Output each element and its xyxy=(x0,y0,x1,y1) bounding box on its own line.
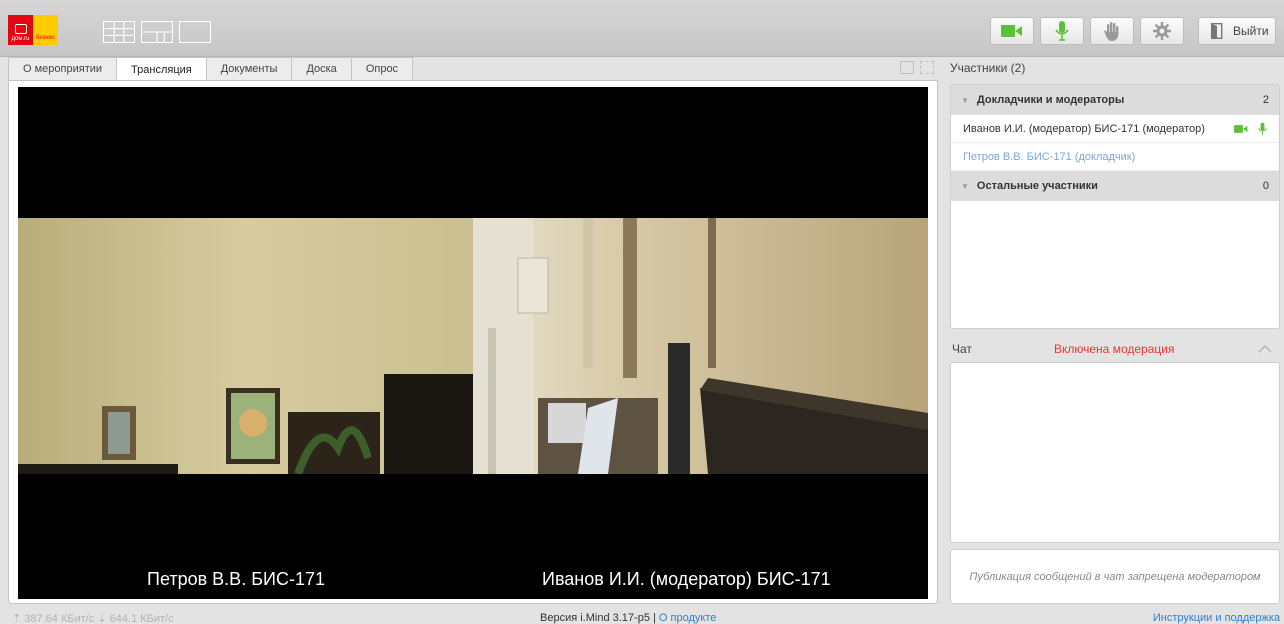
bitrate-readout: ⇡ 387.64 КБит/с ⇣ 644.1 КБит/с xyxy=(12,613,174,624)
layout-split-icon[interactable] xyxy=(141,21,173,43)
group-other-participants[interactable]: ▼ Остальные участники 0 xyxy=(951,171,1279,201)
group-title: Докладчики и модераторы xyxy=(976,94,1125,106)
collapse-arrow-icon: ▼ xyxy=(961,181,969,191)
tab-whiteboard[interactable]: Доска xyxy=(291,57,352,80)
logo-text-right: бизнес xyxy=(35,35,56,41)
version-info: Версия i.Mind 3.17-p5 | О продукте xyxy=(540,612,716,624)
video-frame: Петров В.В. БИС-171 Иванов И.И. (модерат… xyxy=(8,80,938,604)
exit-door-icon xyxy=(1211,23,1223,39)
video-stream[interactable]: Петров В.В. БИС-171 Иванов И.И. (модерат… xyxy=(18,87,928,599)
company-logo: дом.ru бизнес xyxy=(8,15,58,45)
restore-view-icon[interactable] xyxy=(900,61,914,74)
video-camera-icon xyxy=(1001,25,1022,37)
gear-icon xyxy=(1153,22,1171,40)
chevron-up-icon[interactable] xyxy=(1258,342,1272,356)
right-participant-name: Иванов И.И. (модератор) БИС-171 xyxy=(542,569,831,589)
group-count: 2 xyxy=(1262,94,1269,106)
chat-header: Чат Включена модерация xyxy=(950,338,1280,360)
view-mode-controls xyxy=(900,61,934,74)
broadcast-panel: О мероприятии Трансляция Документы Доска… xyxy=(8,57,938,604)
tab-bar: О мероприятии Трансляция Документы Доска… xyxy=(8,57,414,81)
raise-hand-button[interactable] xyxy=(1090,17,1134,45)
chat-moderation-status: Включена модерация xyxy=(1054,342,1175,356)
participant-name: Петров В.В. БИС-171 (докладчик) xyxy=(963,150,1136,163)
left-participant-name: Петров В.В. БИС-171 xyxy=(147,569,325,589)
layout-single-icon[interactable] xyxy=(179,21,211,43)
chat-messages[interactable] xyxy=(950,362,1280,543)
group-title: Остальные участники xyxy=(976,180,1098,192)
participant-name: Иванов И.И. (модератор) БИС-171 (модерат… xyxy=(963,122,1205,135)
participants-header: Участники (2) xyxy=(950,61,1026,75)
collapse-arrow-icon: ▼ xyxy=(961,95,969,105)
settings-button[interactable] xyxy=(1140,17,1184,45)
group-count: 0 xyxy=(1262,180,1269,192)
participant-row-moderator[interactable]: Иванов И.И. (модератор) БИС-171 (модерат… xyxy=(951,115,1279,143)
about-product-link[interactable]: О продукте xyxy=(659,612,716,624)
microphone-toggle-button[interactable] xyxy=(1040,17,1084,45)
microphone-icon xyxy=(1258,122,1267,135)
help-support-link[interactable]: Инструкции и поддержка xyxy=(1153,612,1280,624)
participant-row-speaker[interactable]: Петров В.В. БИС-171 (докладчик) xyxy=(951,143,1279,171)
video-camera-feeds xyxy=(18,218,928,474)
exit-button[interactable]: Выйти xyxy=(1198,17,1276,45)
exit-label: Выйти xyxy=(1233,24,1269,38)
logo-text-left: дом.ru xyxy=(11,36,30,42)
tab-broadcast[interactable]: Трансляция xyxy=(116,57,207,81)
top-toolbar: дом.ru бизнес Выйти xyxy=(0,0,1284,57)
chat-title: Чат xyxy=(952,342,972,356)
group-speakers-moderators[interactable]: ▼ Докладчики и модераторы 2 xyxy=(951,85,1279,115)
tab-event-info[interactable]: О мероприятии xyxy=(8,57,118,80)
participants-list: ▼ Докладчики и модераторы 2 Иванов И.И. … xyxy=(950,84,1280,329)
microphone-icon xyxy=(1055,21,1069,41)
chat-input-disabled: Публикация сообщений в чат запрещена мод… xyxy=(950,549,1280,604)
tab-documents[interactable]: Документы xyxy=(205,57,293,80)
camera-toggle-button[interactable] xyxy=(990,17,1034,45)
fullscreen-icon[interactable] xyxy=(920,61,934,74)
video-camera-icon xyxy=(1234,124,1248,133)
version-text: Версия i.Mind 3.17-p5 | xyxy=(540,612,659,624)
hand-icon xyxy=(1104,22,1119,41)
layout-grid-icon[interactable] xyxy=(103,21,135,43)
status-bar: ⇡ 387.64 КБит/с ⇣ 644.1 КБит/с Версия i.… xyxy=(0,610,1284,624)
tab-poll[interactable]: Опрос xyxy=(350,57,414,80)
